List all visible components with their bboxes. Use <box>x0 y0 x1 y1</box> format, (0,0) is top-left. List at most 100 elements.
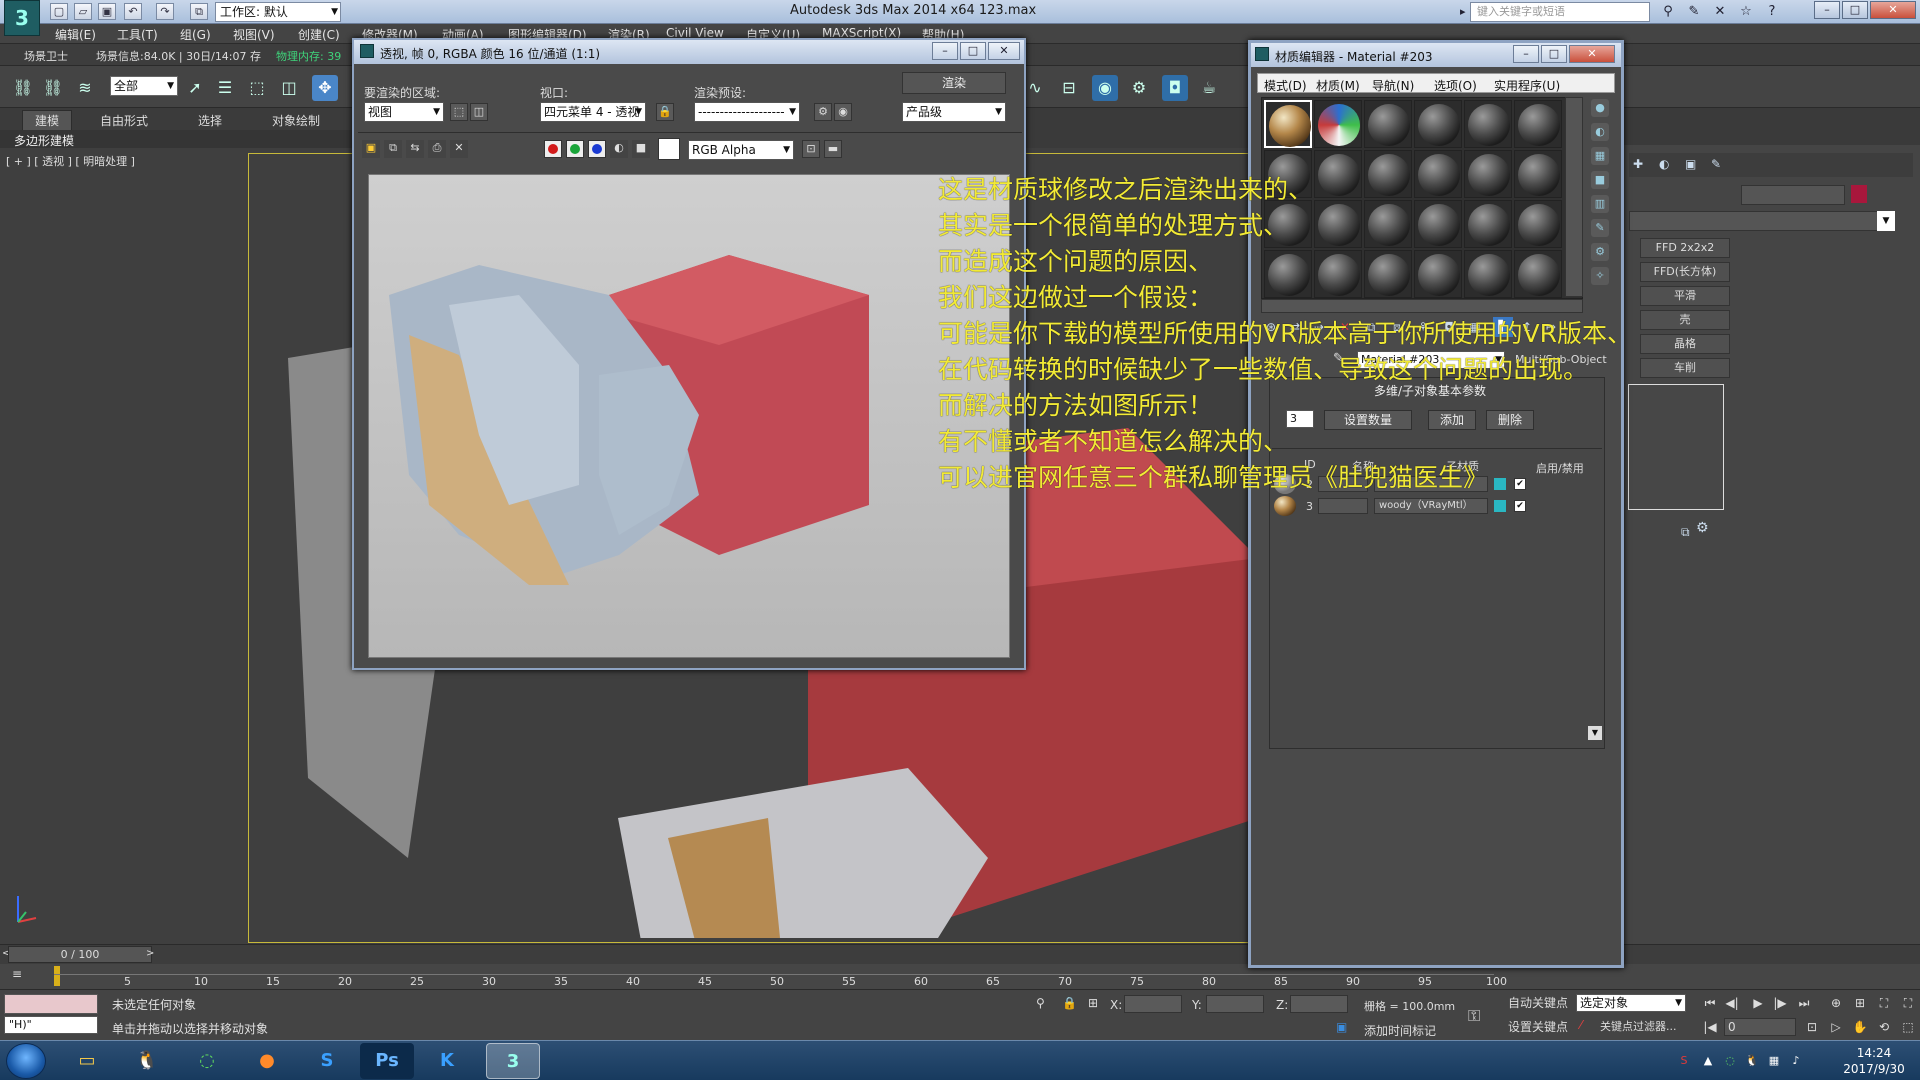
create-tab-icon[interactable]: ✚ <box>1633 157 1643 171</box>
me-menu-navigation[interactable]: 导航(N) <box>1372 77 1414 94</box>
sub-material-button[interactable]: woody（VRayMtl） <box>1374 498 1488 514</box>
sub-material-preview[interactable] <box>1274 496 1296 516</box>
project-folder-icon[interactable]: ⧉ <box>190 3 208 20</box>
render-button[interactable]: 渲染 <box>902 72 1006 94</box>
sample-slot-selected[interactable] <box>1264 100 1312 148</box>
go-to-end-icon[interactable]: ⏭ <box>1794 994 1814 1012</box>
sample-type-icon[interactable]: ● <box>1591 99 1609 117</box>
sample-slot[interactable] <box>1364 100 1412 148</box>
area-to-render-dropdown[interactable]: 视图 ▼ <box>364 102 444 122</box>
material-editor-close-button[interactable]: ✕ <box>1569 45 1615 63</box>
rollout-scroll-down-icon[interactable]: ▼ <box>1588 726 1602 740</box>
ribbon-tab-object-paint[interactable]: 对象绘制 <box>272 112 320 129</box>
go-to-start-icon[interactable]: ⏮ <box>1700 994 1720 1012</box>
render-level-dropdown[interactable]: 产品级 ▼ <box>902 102 1006 122</box>
zoom-icon[interactable]: ⊕ <box>1826 994 1846 1012</box>
time-slider-thumb[interactable]: 0 / 100 <box>8 946 152 963</box>
material-editor-icon[interactable]: ◉ <box>1092 75 1118 101</box>
lock-selection-icon[interactable]: 🔒 <box>1062 996 1077 1010</box>
render-window-minimize-button[interactable]: – <box>932 42 958 60</box>
zoom-all-icon[interactable]: ⊞ <box>1850 994 1870 1012</box>
modify-tab-icon[interactable]: ◐ <box>1659 157 1669 171</box>
binoculars-icon[interactable]: ⚲ <box>1658 3 1678 21</box>
sub-material-color-swatch[interactable] <box>1494 500 1506 512</box>
me-menu-options[interactable]: 选项(O) <box>1434 77 1477 94</box>
menu-views[interactable]: 视图(V) <box>233 26 275 43</box>
add-time-tag-button[interactable]: 添加时间标记 <box>1364 1022 1436 1039</box>
menu-edit[interactable]: 编辑(E) <box>55 26 96 43</box>
toggle-ui-overlay-icon[interactable]: ⊡ <box>802 140 820 158</box>
select-link-icon[interactable]: ⛓ <box>10 75 36 101</box>
select-by-name-icon[interactable]: ☰ <box>212 75 238 101</box>
taskbar-clock[interactable]: 14:24 2017/9/30 <box>1832 1045 1916 1077</box>
time-tag-icon[interactable]: ▣ <box>1336 1020 1347 1034</box>
qq-icon[interactable]: 🐧 <box>120 1043 174 1079</box>
zoom-extents-icon[interactable]: ⛶ <box>1874 994 1894 1012</box>
time-configuration-icon[interactable]: ⊡ <box>1802 1018 1822 1036</box>
sample-slot[interactable] <box>1414 100 1462 148</box>
workspace-dropdown[interactable]: 工作区: 默认 ▼ <box>215 2 341 22</box>
3dsmax-logo[interactable]: 3 <box>4 0 40 36</box>
y-coordinate-field[interactable] <box>1206 995 1264 1013</box>
sample-slot[interactable] <box>1314 100 1362 148</box>
search-input[interactable]: 键入关键字或短语 <box>1470 2 1650 22</box>
save-file-icon[interactable]: ▣ <box>98 3 116 20</box>
tray-expand-icon[interactable]: ▲ <box>1700 1053 1716 1069</box>
auto-region-icon[interactable]: ◫ <box>470 103 488 121</box>
x-coordinate-field[interactable] <box>1124 995 1182 1013</box>
pan-view-icon[interactable]: ✋ <box>1850 1018 1870 1036</box>
new-file-icon[interactable]: ▢ <box>50 3 68 20</box>
hierarchy-tab-icon[interactable]: ▣ <box>1685 157 1696 171</box>
sub-material-name-field[interactable] <box>1318 498 1368 514</box>
sub-material-enable-checkbox[interactable]: ✔ <box>1514 500 1526 512</box>
track-bar[interactable]: ≡ 5 10 15 20 25 30 35 40 45 50 55 60 65 … <box>0 964 1920 990</box>
sample-slot[interactable] <box>1514 100 1562 148</box>
me-menu-modes[interactable]: 模式(D) <box>1264 77 1307 94</box>
wechat-icon[interactable]: ◌ <box>180 1043 234 1079</box>
browser-icon[interactable]: ● <box>240 1043 294 1079</box>
schematic-view-icon[interactable]: ⊟ <box>1056 75 1082 101</box>
polygon-modeling-label[interactable]: 多边形建模 <box>14 132 74 149</box>
select-move-icon[interactable]: ✥ <box>312 75 338 101</box>
render-preset-dropdown[interactable]: -------------------- ▼ <box>694 102 800 122</box>
favorites-icon[interactable]: ☆ <box>1736 3 1756 21</box>
communication-icon[interactable]: ✕ <box>1710 3 1730 21</box>
zoom-extents-all-icon[interactable]: ⛶ <box>1898 994 1918 1012</box>
display-channel-dropdown[interactable]: RGB Alpha ▼ <box>688 140 794 160</box>
ribbon-tab-freeform[interactable]: 自由形式 <box>100 112 148 129</box>
orbit-icon[interactable]: ⟲ <box>1874 1018 1894 1036</box>
key-selection-dropdown[interactable]: 选定对象 ▼ <box>1576 994 1686 1012</box>
wechat-tray-icon[interactable]: ◌ <box>1722 1053 1738 1069</box>
material-editor-minimize-button[interactable]: – <box>1513 45 1539 63</box>
backlight-icon[interactable]: ◐ <box>1591 123 1609 141</box>
blue-channel-toggle[interactable] <box>588 140 606 158</box>
undo-icon[interactable]: ↶ <box>124 3 142 20</box>
me-menu-utilities[interactable]: 实用程序(U) <box>1494 77 1560 94</box>
previous-frame-icon[interactable]: ◀| <box>1722 994 1742 1012</box>
render-window-maximize-button[interactable]: □ <box>960 42 986 60</box>
copy-image-icon[interactable]: ⧉ <box>384 140 402 158</box>
render-window-close-button[interactable]: ✕ <box>988 42 1020 60</box>
material-editor-maximize-button[interactable]: □ <box>1541 45 1567 63</box>
key-filter-icon[interactable]: ⁄ <box>1580 1018 1582 1032</box>
listener-input[interactable]: "H)" <box>4 1016 98 1034</box>
viewport-label[interactable]: [ + ] [ 透视 ] [ 明暗处理 ] <box>6 153 135 169</box>
sogou-icon[interactable]: S <box>300 1043 354 1079</box>
kugou-icon[interactable]: K <box>420 1043 474 1079</box>
unlink-icon[interactable]: ⛓ <box>40 75 66 101</box>
volume-icon[interactable]: ♪ <box>1788 1053 1804 1069</box>
auto-key-button[interactable]: 自动关键点 <box>1508 994 1568 1012</box>
ribbon-tab-selection[interactable]: 选择 <box>198 112 222 129</box>
set-key-button[interactable]: 设置关键点 <box>1508 1018 1568 1036</box>
3dsmax-taskbar-icon[interactable]: 3 <box>486 1043 540 1079</box>
bind-space-warp-icon[interactable]: ≋ <box>72 75 98 101</box>
maximize-viewport-icon[interactable]: ⬚ <box>1898 1018 1918 1036</box>
isolate-icon[interactable]: ⚲ <box>1036 996 1045 1010</box>
key-filters-button[interactable]: 关键点过滤器... <box>1600 1018 1677 1036</box>
absolute-mode-icon[interactable]: ⊞ <box>1088 996 1098 1010</box>
key-icon[interactable]: ⚿ <box>1468 1006 1480 1026</box>
render-setup-icon[interactable]: ⚙ <box>1126 75 1152 101</box>
monochrome-icon[interactable]: ■ <box>632 140 650 158</box>
selection-filter-dropdown[interactable]: 全部 ▼ <box>110 76 178 96</box>
edit-region-icon[interactable]: ⬚ <box>450 103 468 121</box>
